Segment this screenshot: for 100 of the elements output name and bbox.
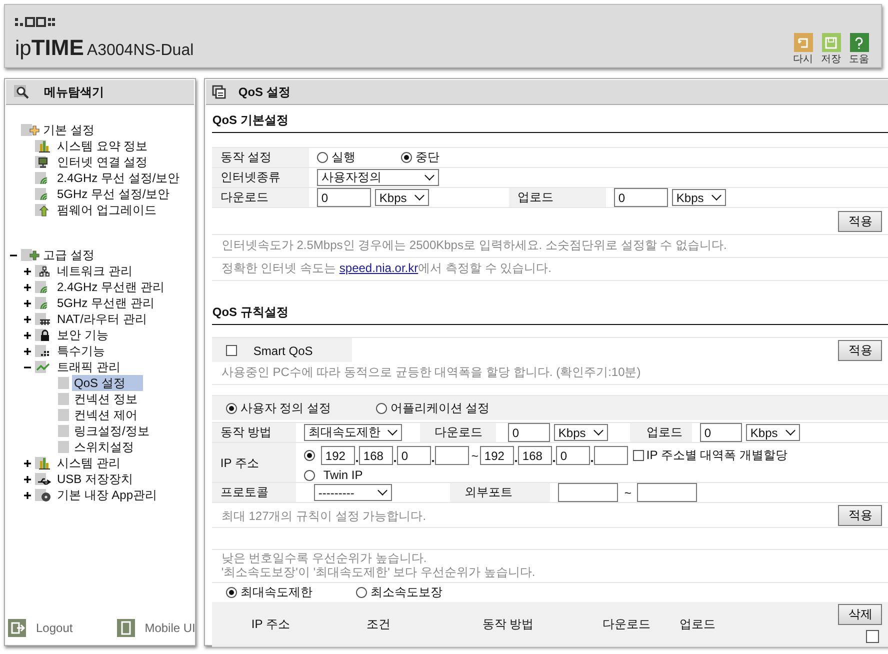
- note-text: 최대 127개의 규칙이 설정 가능합니다.: [221, 508, 426, 522]
- tree-item[interactable]: 인터넷 연결 설정: [55, 154, 152, 170]
- search-icon: [14, 85, 30, 99]
- ip-octet-field[interactable]: 192: [480, 446, 514, 465]
- expand-icon[interactable]: [24, 284, 31, 290]
- brand-logo: ipTIME: [15, 35, 84, 61]
- tree-item[interactable]: 특수기능: [55, 343, 109, 359]
- unit-dropdown[interactable]: Kbps: [554, 424, 608, 441]
- ip-octet-field[interactable]: 192: [321, 446, 356, 465]
- expand-icon[interactable]: [24, 268, 31, 274]
- method-dropdown[interactable]: 최대속도제한: [304, 424, 402, 441]
- expand-icon[interactable]: [24, 460, 31, 466]
- port-field[interactable]: [558, 483, 618, 502]
- port-field[interactable]: [637, 483, 698, 502]
- router-icon: [35, 312, 53, 326]
- range-separator: ~: [470, 448, 480, 462]
- tree-item[interactable]: 2.4GHz 무선랜 관리: [55, 279, 168, 295]
- save-button[interactable]: 저장: [819, 33, 843, 66]
- download-field[interactable]: 0: [508, 423, 550, 442]
- tree-item[interactable]: 트래픽 관리: [55, 359, 124, 375]
- tree-item[interactable]: 기본 설정: [41, 122, 98, 138]
- sidebar-title: 메뉴탐색기: [44, 84, 104, 100]
- tree-item[interactable]: 컨넥션 정보: [72, 391, 142, 407]
- note-text: 낮은 번호일수록 우선순위가 높습니다.: [221, 551, 428, 565]
- unit-dropdown[interactable]: Kbps: [672, 189, 726, 206]
- expand-icon[interactable]: [24, 316, 31, 322]
- expand-icon[interactable]: [24, 348, 31, 354]
- note-text: '최소속도보장'이 '최대속도제한' 보다 우선순위가 높습니다.: [221, 565, 536, 579]
- delete-button[interactable]: 삭제: [838, 604, 882, 625]
- apply-button[interactable]: 적용: [838, 340, 882, 361]
- download-field[interactable]: 0: [317, 188, 372, 207]
- tree-item[interactable]: 기본 내장 App관리: [55, 487, 162, 503]
- logo-icon: [15, 17, 55, 27]
- tree-item[interactable]: 2.4GHz 무선 설정/보안: [55, 170, 184, 186]
- section-title: QoS 기본설정: [212, 106, 888, 133]
- logout-icon: [8, 619, 26, 637]
- apply-button[interactable]: 적용: [838, 505, 882, 526]
- collapse-icon[interactable]: [10, 252, 17, 258]
- tree-item[interactable]: 5GHz 무선 설정/보안: [55, 186, 174, 202]
- ip-octet-field[interactable]: [435, 446, 470, 465]
- window-icon: [212, 85, 226, 99]
- tree-item[interactable]: 링크설정/정보: [72, 423, 154, 439]
- column-header: IP 주소: [251, 616, 290, 632]
- mobile-ui-link[interactable]: Mobile UI: [116, 619, 196, 637]
- speed-test-link[interactable]: speed.nia.or.kr: [339, 261, 418, 275]
- expand-icon[interactable]: [24, 476, 31, 482]
- unit-dropdown[interactable]: Kbps: [375, 189, 430, 206]
- undo-icon: [794, 33, 812, 52]
- tree-item[interactable]: NAT/라우터 관리: [55, 311, 151, 327]
- form-label: 동작 방법: [212, 423, 296, 442]
- ip-octet-field[interactable]: 0: [556, 446, 590, 465]
- ip-octet-field[interactable]: 168: [359, 446, 394, 465]
- form-label: 업로드: [509, 188, 606, 207]
- tree-item[interactable]: 시스템 요약 정보: [55, 138, 152, 154]
- page-icon: [58, 440, 70, 454]
- smart-qos-checkbox[interactable]: Smart QoS: [212, 344, 313, 358]
- collapse-icon[interactable]: [24, 364, 31, 370]
- radio-option[interactable]: 실행: [317, 149, 398, 166]
- logout-link[interactable]: Logout: [8, 619, 73, 637]
- radio-option[interactable]: 최대속도제한: [226, 584, 356, 601]
- radio-button[interactable]: [304, 450, 316, 461]
- ip-octet-field[interactable]: 0: [397, 446, 432, 465]
- tree-item[interactable]: 보안 기능: [55, 327, 112, 343]
- unit-dropdown[interactable]: Kbps: [746, 424, 800, 441]
- note-text: 사용중인 PC수에 따라 동적으로 균등한 대역폭을 할당 합니다. (확인주기:10분): [212, 362, 888, 385]
- expand-icon[interactable]: [24, 300, 31, 306]
- select-all-checkbox[interactable]: [866, 630, 880, 643]
- tree-item[interactable]: USB 저장장치: [55, 471, 138, 487]
- ip-octet-field[interactable]: 168: [518, 446, 552, 465]
- tree-item[interactable]: 고급 설정: [41, 247, 98, 263]
- expand-icon[interactable]: [24, 492, 31, 498]
- twin-ip-radio[interactable]: Twin IP: [304, 468, 788, 482]
- apply-button[interactable]: 적용: [838, 211, 882, 232]
- undo-button[interactable]: 다시: [791, 33, 815, 66]
- tree-item[interactable]: QoS 설정: [72, 375, 144, 391]
- tree-item[interactable]: 5GHz 무선랜 관리: [55, 295, 158, 311]
- tree-item[interactable]: 컨넥션 제어: [72, 407, 142, 423]
- page-icon: [58, 392, 70, 406]
- expand-icon[interactable]: [24, 332, 31, 338]
- protocol-dropdown[interactable]: ---------: [314, 484, 392, 501]
- internet-type-dropdown[interactable]: 사용자정의: [317, 169, 440, 186]
- upload-field[interactable]: 0: [614, 188, 668, 207]
- column-header: 다운로드: [602, 616, 650, 632]
- section-title: QoS 규칙설정: [212, 298, 888, 325]
- tree-item[interactable]: 스위치설정: [72, 439, 138, 455]
- tree-item[interactable]: 펌웨어 업그레이드: [55, 202, 160, 218]
- per-ip-checkbox[interactable]: IP 주소별 대역폭 개별할당: [633, 447, 788, 464]
- ip-octet-field[interactable]: [594, 446, 628, 465]
- form-label: 동작 설정: [212, 148, 310, 167]
- tree-item[interactable]: 시스템 관리: [55, 455, 124, 471]
- radio-option[interactable]: 최소속도보장: [356, 584, 442, 601]
- tree-item[interactable]: 네트워크 관리: [55, 263, 136, 279]
- help-button[interactable]: 도움: [847, 33, 871, 66]
- column-header: 동작 방법: [482, 616, 534, 632]
- upload-field[interactable]: 0: [700, 423, 742, 442]
- radio-option[interactable]: 중단: [401, 149, 440, 166]
- usb-icon: [35, 472, 53, 486]
- radio-option[interactable]: 사용자 정의 설정: [226, 400, 376, 416]
- radio-option[interactable]: 어플리케이션 설정: [376, 400, 490, 416]
- page-icon: [58, 376, 70, 390]
